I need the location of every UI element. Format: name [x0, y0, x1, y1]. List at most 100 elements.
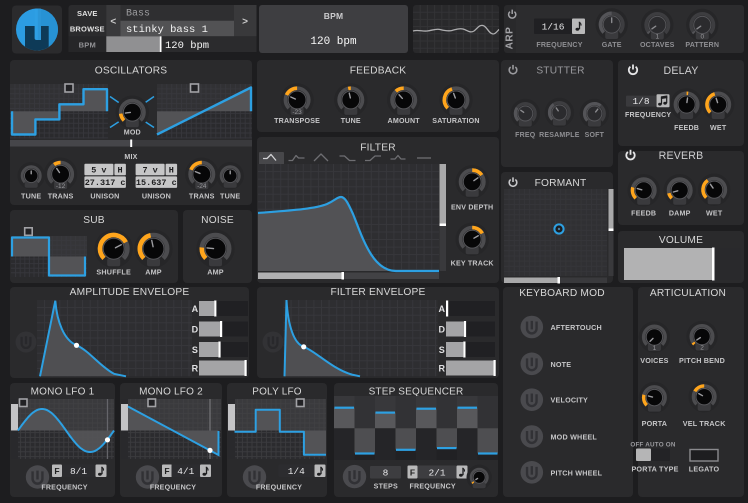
svg-text:Bass: Bass — [126, 9, 150, 20]
svg-text:KEYBOARD MOD: KEYBOARD MOD — [519, 288, 605, 299]
svg-text:REVERB: REVERB — [659, 150, 704, 162]
svg-text:S: S — [192, 345, 198, 355]
svg-text:>: > — [242, 17, 248, 28]
svg-text:DAMP: DAMP — [669, 210, 691, 218]
svg-text:1/8: 1/8 — [632, 96, 649, 107]
svg-text:5 v: 5 v — [91, 165, 106, 175]
svg-text:BPM: BPM — [324, 11, 344, 21]
svg-text:120 bpm: 120 bpm — [310, 36, 357, 48]
svg-text:PORTA TYPE: PORTA TYPE — [631, 465, 678, 474]
svg-text:1/16: 1/16 — [542, 22, 565, 33]
svg-text:SHUFFLE: SHUFFLE — [96, 268, 131, 277]
svg-text:VELOCITY: VELOCITY — [551, 396, 589, 405]
svg-text:GATE: GATE — [602, 41, 622, 49]
svg-text:2: 2 — [700, 345, 704, 352]
svg-text:POLY LFO: POLY LFO — [252, 387, 302, 398]
svg-text:FEEDB: FEEDB — [674, 124, 699, 132]
svg-text:NOTE: NOTE — [551, 360, 572, 369]
svg-text:LEGATO: LEGATO — [689, 465, 720, 474]
svg-text:<: < — [110, 17, 116, 28]
svg-text:STUTTER: STUTTER — [536, 66, 584, 77]
svg-text:ENV DEPTH: ENV DEPTH — [451, 204, 493, 212]
svg-text:SUB: SUB — [83, 215, 105, 226]
svg-text:TRANSPOSE: TRANSPOSE — [274, 117, 320, 125]
svg-text:VOLUME: VOLUME — [659, 235, 703, 246]
svg-text:AMOUNT: AMOUNT — [388, 117, 421, 125]
svg-text:TUNE: TUNE — [220, 192, 240, 201]
svg-text:H: H — [169, 165, 174, 175]
svg-text:FREQUENCY: FREQUENCY — [150, 484, 196, 492]
svg-text:-12: -12 — [56, 183, 66, 190]
svg-text:DELAY: DELAY — [664, 65, 699, 77]
svg-text:KEY TRACK: KEY TRACK — [451, 260, 495, 268]
svg-text:R: R — [438, 364, 445, 374]
svg-text:FREQUENCY: FREQUENCY — [625, 111, 671, 119]
svg-text:STEP SEQUENCER: STEP SEQUENCER — [369, 387, 464, 398]
svg-text:MOD: MOD — [124, 129, 141, 137]
svg-text:MIX: MIX — [124, 153, 137, 161]
svg-text:AMPLITUDE ENVELOPE: AMPLITUDE ENVELOPE — [70, 287, 190, 298]
svg-text:FEEDB: FEEDB — [631, 210, 656, 218]
svg-text:BPM: BPM — [79, 41, 96, 50]
svg-text:SAVE: SAVE — [77, 9, 98, 18]
svg-text:8: 8 — [383, 468, 389, 479]
svg-text:FREQUENCY: FREQUENCY — [41, 484, 87, 492]
svg-text:ARP: ARP — [505, 27, 516, 50]
svg-text:RESAMPLE: RESAMPLE — [539, 132, 580, 139]
svg-text:OCTAVES: OCTAVES — [640, 41, 675, 49]
svg-text:F: F — [164, 466, 169, 476]
svg-text:D: D — [192, 325, 199, 335]
svg-text:A: A — [438, 304, 445, 314]
svg-text:MONO LFO 1: MONO LFO 1 — [31, 387, 95, 398]
svg-text:PITCH WHEEL: PITCH WHEEL — [551, 468, 603, 477]
svg-text:FREQUENCY: FREQUENCY — [410, 483, 456, 491]
svg-text:VOICES: VOICES — [640, 356, 668, 365]
svg-text:FEEDBACK: FEEDBACK — [350, 66, 407, 77]
svg-text:STEPS: STEPS — [374, 483, 398, 491]
svg-text:ARTICULATION: ARTICULATION — [650, 288, 726, 299]
svg-text:TRANS: TRANS — [189, 192, 215, 201]
svg-text:TUNE: TUNE — [341, 117, 361, 125]
svg-text:7 v: 7 v — [142, 165, 157, 175]
svg-text:R: R — [192, 364, 199, 374]
svg-text:TRANS: TRANS — [48, 192, 74, 201]
svg-text:FREQUENCY: FREQUENCY — [536, 41, 582, 49]
svg-text:OSCILLATORS: OSCILLATORS — [95, 66, 168, 77]
svg-text:H: H — [118, 165, 123, 175]
svg-text:AMP: AMP — [145, 268, 162, 277]
svg-text:D: D — [438, 325, 445, 335]
svg-text:1: 1 — [653, 345, 657, 352]
svg-text:MONO LFO 2: MONO LFO 2 — [139, 387, 203, 398]
svg-text:VEL TRACK: VEL TRACK — [683, 419, 726, 428]
svg-text:UNISON: UNISON — [90, 192, 119, 201]
svg-text:15.637 c: 15.637 c — [136, 178, 177, 188]
svg-text:NOISE: NOISE — [201, 215, 234, 226]
svg-text:UNISON: UNISON — [142, 192, 171, 201]
svg-text:BROWSE: BROWSE — [70, 24, 105, 33]
svg-text:2/1: 2/1 — [428, 468, 445, 479]
svg-text:PITCH BEND: PITCH BEND — [679, 356, 725, 365]
svg-text:-23: -23 — [292, 109, 302, 116]
svg-text:1: 1 — [655, 34, 659, 41]
svg-text:S: S — [439, 345, 445, 355]
svg-text:AFTERTOUCH: AFTERTOUCH — [551, 323, 602, 332]
svg-text:0: 0 — [700, 34, 704, 41]
svg-text:WET: WET — [706, 210, 723, 218]
svg-text:WET: WET — [710, 124, 727, 132]
svg-text:FILTER ENVELOPE: FILTER ENVELOPE — [330, 287, 425, 298]
svg-text:-24: -24 — [197, 183, 207, 190]
svg-text:OFF AUTO ON: OFF AUTO ON — [630, 442, 675, 449]
svg-text:PORTA: PORTA — [642, 419, 668, 428]
svg-text:120 bpm: 120 bpm — [165, 40, 209, 52]
svg-text:AMP: AMP — [207, 268, 224, 277]
svg-text:FREQ: FREQ — [515, 132, 536, 139]
svg-text:SATURATION: SATURATION — [432, 117, 479, 125]
svg-text:MOD WHEEL: MOD WHEEL — [551, 433, 598, 442]
svg-text:1/4: 1/4 — [288, 466, 305, 477]
svg-text:27.317 c: 27.317 c — [85, 178, 126, 188]
svg-text:8/1: 8/1 — [70, 466, 87, 477]
svg-text:TUNE: TUNE — [21, 192, 41, 201]
svg-text:F: F — [410, 468, 415, 478]
svg-text:SOFT: SOFT — [585, 132, 605, 139]
svg-text:FILTER: FILTER — [360, 143, 396, 154]
